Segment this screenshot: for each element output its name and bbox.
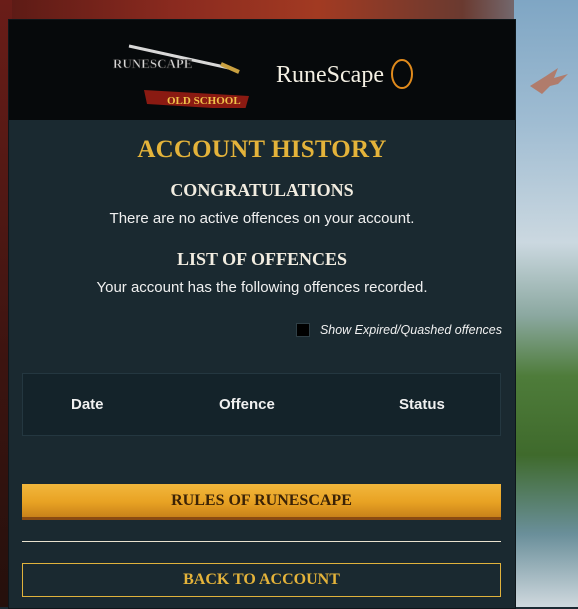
offences-recorded-text: Your account has the following offences … [96,279,428,296]
rules-of-runescape-button[interactable]: RULES OF RUNESCAPE [22,484,501,520]
show-expired-toggle[interactable]: Show Expired/Quashed offences [295,321,502,339]
page-title: ACCOUNT HISTORY [137,136,387,163]
show-expired-label[interactable]: Show Expired/Quashed offences [320,323,502,337]
osrs-logo-text: RUNESCAPE [113,56,192,71]
list-of-offences-heading: LIST OF OFFENCES [176,249,348,269]
congratulations-heading: CONGRATULATIONS [170,180,354,200]
dragon-illustration [530,68,568,94]
divider [22,541,501,542]
column-header-offence: Offence [219,396,275,413]
column-header-date: Date [71,396,104,413]
runescape-logo[interactable]: RuneScape [274,57,414,91]
column-header-status: Status [399,396,445,413]
back-to-account-button[interactable]: BACK TO ACCOUNT [22,563,501,597]
runescape-logo-text: RuneScape [276,62,384,88]
account-history-panel: RUNESCAPE OLD SCHOOL RuneScape ACCOUNT H… [8,19,516,609]
logo-header: RUNESCAPE OLD SCHOOL RuneScape [9,20,515,120]
old-school-runescape-logo[interactable]: RUNESCAPE OLD SCHOOL [109,38,259,108]
osrs-banner-text: OLD SCHOOL [167,95,241,107]
offences-table-header: Date Offence Status [22,373,501,436]
no-active-offences-text: There are no active offences on your acc… [109,210,415,227]
show-expired-checkbox[interactable] [295,323,310,337]
